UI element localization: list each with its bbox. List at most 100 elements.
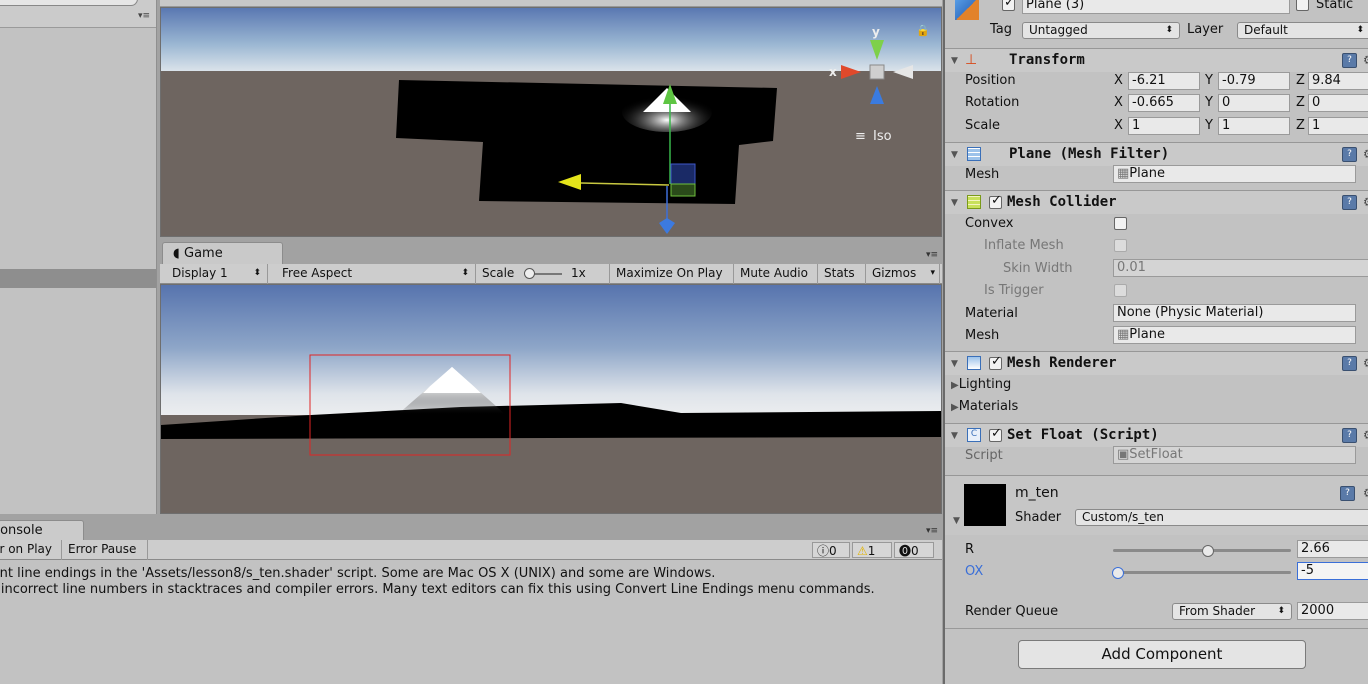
material-header: ▼ m_ten Shader Custom/s_ten ? ⚙ xyxy=(945,475,1368,535)
console-message[interactable]: This might lead to incorrect line number… xyxy=(0,582,875,597)
info-icon: ⓘ xyxy=(817,544,830,558)
mesh-collider-mesh-field[interactable]: ▦Plane xyxy=(1113,326,1356,344)
error-icon: ⓿ xyxy=(899,544,912,558)
scale-z-field[interactable]: 1 xyxy=(1308,117,1368,135)
mesh-filter-icon xyxy=(967,147,981,161)
physic-material-field[interactable]: None (Physic Material) xyxy=(1113,304,1356,322)
ox-slider-track[interactable] xyxy=(1113,571,1291,574)
mesh-filter-mesh-field[interactable]: ▦Plane xyxy=(1113,165,1356,183)
help-icon[interactable]: ? xyxy=(1342,428,1357,443)
scene-view[interactable]: y x ≡ Iso 🔒 xyxy=(160,7,942,237)
info-count-toggle[interactable]: ⓘ0 xyxy=(812,542,850,558)
transform-header[interactable]: ▼ ⊥ Transform ? ⚙ xyxy=(945,48,1368,72)
svg-text:x: x xyxy=(829,65,837,79)
rotation-y-field[interactable]: 0 xyxy=(1218,94,1290,112)
add-component-button[interactable]: Add Component xyxy=(1018,640,1306,669)
inflate-mesh-checkbox[interactable] xyxy=(1114,239,1127,252)
rotation-z-field[interactable]: 0 xyxy=(1308,94,1368,112)
render-queue-field[interactable]: 2000 xyxy=(1297,602,1368,620)
help-icon[interactable]: ? xyxy=(1342,356,1357,371)
console-message[interactable]: Inconsistent line endings in the 'Assets… xyxy=(0,566,715,581)
ox-value-field[interactable]: -5 xyxy=(1297,562,1368,580)
svg-text:🔒: 🔒 xyxy=(916,24,930,37)
hierarchy-search-field[interactable] xyxy=(0,0,138,6)
mesh-icon: ▦ xyxy=(1117,166,1130,181)
clear-on-play-toggle[interactable]: Clear on Play xyxy=(0,540,62,560)
hierarchy-selected-row[interactable] xyxy=(0,269,156,288)
panel-menu-icon[interactable]: ▾≡ xyxy=(926,526,938,536)
gameobject-icon xyxy=(955,0,979,20)
active-checkbox[interactable] xyxy=(1002,0,1015,11)
console-toolbar: Clear on Play Error Pause ⓘ0 ⚠1 ⓿0 xyxy=(0,540,942,560)
tab-game[interactable]: ◖ Game xyxy=(162,242,283,265)
maximize-on-play-toggle[interactable]: Maximize On Play xyxy=(610,264,734,284)
gear-icon[interactable]: ⚙ xyxy=(1363,356,1368,370)
help-icon[interactable]: ? xyxy=(1340,486,1355,501)
display-dropdown[interactable]: Display 1 ⬍ xyxy=(166,264,268,284)
gizmos-dropdown[interactable]: Gizmos ▾ xyxy=(866,264,940,284)
error-pause-toggle[interactable]: Error Pause xyxy=(62,540,148,560)
script-field[interactable]: ▣SetFloat xyxy=(1113,446,1356,464)
mesh-renderer-enabled-checkbox[interactable] xyxy=(989,354,1002,370)
layer-dropdown[interactable]: Default ⬍ xyxy=(1237,22,1368,39)
scale-slider-knob[interactable] xyxy=(524,268,535,279)
gear-icon[interactable]: ⚙ xyxy=(1363,53,1368,67)
materials-foldout[interactable]: ▶Materials xyxy=(951,399,1018,414)
is-trigger-checkbox[interactable] xyxy=(1114,284,1127,297)
gear-icon[interactable]: ⚙ xyxy=(1363,486,1368,500)
scale-slider[interactable]: Scale 1x xyxy=(476,264,610,284)
mesh-icon: ▦ xyxy=(1117,327,1130,342)
set-float-enabled-checkbox[interactable] xyxy=(989,426,1002,442)
gear-icon[interactable]: ⚙ xyxy=(1363,195,1368,209)
render-queue-dropdown[interactable]: From Shader ⬍ xyxy=(1172,603,1292,620)
error-count-toggle[interactable]: ⓿0 xyxy=(894,542,934,558)
game-view[interactable] xyxy=(160,284,942,514)
svg-text:y: y xyxy=(872,25,880,39)
projection-label: Iso xyxy=(873,129,892,144)
warning-icon: ⚠ xyxy=(857,544,868,558)
tab-console[interactable]: Console xyxy=(0,520,84,541)
r-value-field[interactable]: 2.66 xyxy=(1297,540,1368,558)
game-toolbar: Display 1 ⬍ Free Aspect ⬍ Scale 1x Maximiz… xyxy=(160,264,942,284)
hierarchy-panel: ▾≡ xyxy=(0,0,157,514)
mute-audio-toggle[interactable]: Mute Audio xyxy=(734,264,818,284)
game-tab-icon: ◖ xyxy=(173,246,180,261)
help-icon[interactable]: ? xyxy=(1342,53,1357,68)
lighting-foldout[interactable]: ▶Lighting xyxy=(951,377,1011,392)
panel-menu-icon[interactable]: ▾≡ xyxy=(138,11,150,21)
mesh-filter-header[interactable]: ▼ Plane (Mesh Filter) ? ⚙ xyxy=(945,142,1368,166)
convex-checkbox[interactable] xyxy=(1114,217,1127,230)
stats-toggle[interactable]: Stats xyxy=(818,264,866,284)
position-z-field[interactable]: 9.84 xyxy=(1308,72,1368,90)
mesh-renderer-header[interactable]: ▼ Mesh Renderer ? ⚙ xyxy=(945,351,1368,375)
mesh-renderer-icon xyxy=(967,356,981,370)
mesh-collider-header[interactable]: ▼ Mesh Collider ? ⚙ xyxy=(945,190,1368,214)
object-name-field[interactable]: Plane (3) xyxy=(1022,0,1290,14)
aspect-dropdown[interactable]: Free Aspect ⬍ xyxy=(276,264,476,284)
tag-dropdown[interactable]: Untagged ⬍ xyxy=(1022,22,1180,39)
mesh-collider-enabled-checkbox[interactable] xyxy=(989,193,1002,209)
console-log: Inconsistent line endings in the 'Assets… xyxy=(0,560,942,684)
help-icon[interactable]: ? xyxy=(1342,147,1357,162)
script-file-icon: ▣ xyxy=(1117,447,1130,462)
set-float-header[interactable]: ▼ C Set Float (Script) ? ⚙ xyxy=(945,423,1368,447)
scale-y-field[interactable]: 1 xyxy=(1218,117,1290,135)
gear-icon[interactable]: ⚙ xyxy=(1363,147,1368,161)
help-icon[interactable]: ? xyxy=(1342,195,1357,210)
static-checkbox[interactable] xyxy=(1296,0,1309,11)
ox-slider-knob[interactable] xyxy=(1112,567,1124,579)
position-y-field[interactable]: -0.79 xyxy=(1218,72,1290,90)
warning-count-toggle[interactable]: ⚠1 xyxy=(852,542,892,558)
inspector-panel: Plane (3) Static Tag Untagged⬍ Layer Def… xyxy=(943,0,1368,684)
gear-icon[interactable]: ⚙ xyxy=(1363,428,1368,442)
r-slider-knob[interactable] xyxy=(1202,545,1214,557)
scale-x-field[interactable]: 1 xyxy=(1128,117,1200,135)
script-icon: C xyxy=(967,428,981,442)
skin-width-field[interactable]: 0.01 xyxy=(1113,259,1368,277)
rotation-x-field[interactable]: -0.665 xyxy=(1128,94,1200,112)
game-tab-label: Game xyxy=(184,246,223,261)
shader-dropdown[interactable]: Custom/s_ten xyxy=(1075,509,1368,526)
game-tabbar: ◖ Game ▾≡ xyxy=(160,238,942,265)
position-x-field[interactable]: -6.21 xyxy=(1128,72,1200,90)
panel-menu-icon[interactable]: ▾≡ xyxy=(926,250,938,260)
